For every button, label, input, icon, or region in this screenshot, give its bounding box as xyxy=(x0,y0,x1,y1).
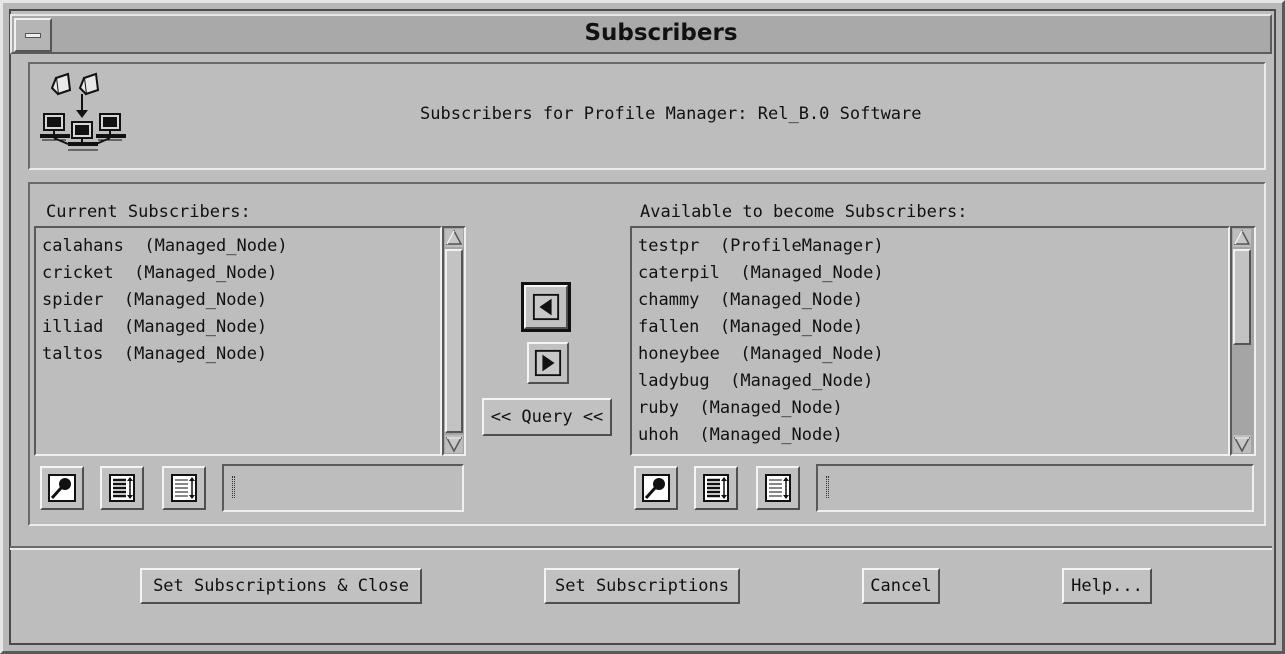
scroll-up-icon[interactable] xyxy=(1233,229,1251,247)
list-item[interactable]: caterpil (Managed_Node) xyxy=(638,263,884,283)
move-to-available-button[interactable] xyxy=(527,342,569,384)
arrow-right-icon xyxy=(534,349,562,377)
list-item[interactable]: ruby (Managed_Node) xyxy=(638,398,843,418)
list-item[interactable]: spider (Managed_Node) xyxy=(42,290,267,310)
list-item[interactable]: fallen (Managed_Node) xyxy=(638,317,863,337)
list-item[interactable]: calahans (Managed_Node) xyxy=(42,236,288,256)
list-item[interactable]: cricket (Managed_Node) xyxy=(42,263,277,283)
scroll-thumb[interactable] xyxy=(445,249,463,433)
available-subscribers-scrollbar[interactable] xyxy=(1230,226,1256,456)
cancel-button[interactable]: Cancel xyxy=(862,568,940,604)
set-subscriptions-close-button[interactable]: Set Subscriptions & Close xyxy=(140,568,422,604)
scroll-down-icon[interactable] xyxy=(445,435,463,453)
move-left-button-frame xyxy=(521,282,571,332)
deselect-all-icon xyxy=(765,474,791,502)
list-item[interactable]: testpr (ProfileManager) xyxy=(638,236,884,256)
list-item[interactable]: honeybee (Managed_Node) xyxy=(638,344,884,364)
move-to-current-button[interactable] xyxy=(524,285,568,329)
header-description: Subscribers for Profile Manager: Rel_B.0… xyxy=(420,104,922,124)
select-all-current-button[interactable] xyxy=(100,466,144,510)
deselect-all-current-button[interactable] xyxy=(162,466,206,510)
find-icon xyxy=(642,474,670,502)
list-item[interactable]: illiad (Managed_Node) xyxy=(42,317,267,337)
scroll-thumb[interactable] xyxy=(1233,249,1251,345)
select-all-available-button[interactable] xyxy=(694,466,738,510)
current-subscribers-scrollbar[interactable] xyxy=(442,226,466,456)
find-available-button[interactable] xyxy=(634,466,678,510)
current-subscribers-list[interactable]: calahans (Managed_Node) cricket (Managed… xyxy=(34,226,442,456)
window-title: Subscribers xyxy=(584,20,738,46)
deselect-all-available-button[interactable] xyxy=(756,466,800,510)
available-subscribers-label: Available to become Subscribers: xyxy=(640,202,968,222)
deselect-all-icon xyxy=(171,474,197,502)
available-filter-cursor-wrap xyxy=(816,464,1254,512)
help-button[interactable]: Help... xyxy=(1062,568,1152,604)
text-cursor xyxy=(826,476,829,498)
list-item[interactable]: taltos (Managed_Node) xyxy=(42,344,267,364)
current-filter-cursor-wrap xyxy=(222,464,464,512)
text-cursor xyxy=(232,476,235,498)
available-subscribers-list[interactable]: testpr (ProfileManager) caterpil (Manage… xyxy=(630,226,1230,456)
bottom-separator xyxy=(10,546,1272,550)
select-all-icon xyxy=(109,474,135,502)
find-icon xyxy=(48,474,76,502)
list-item[interactable]: chammy (Managed_Node) xyxy=(638,290,863,310)
select-all-icon xyxy=(703,474,729,502)
current-subscribers-label: Current Subscribers: xyxy=(46,202,251,222)
list-item[interactable]: uhoh (Managed_Node) xyxy=(638,425,843,445)
set-subscriptions-button[interactable]: Set Subscriptions xyxy=(544,568,740,604)
arrow-left-icon xyxy=(532,293,560,321)
query-button[interactable]: << Query << xyxy=(482,398,612,436)
find-current-button[interactable] xyxy=(40,466,84,510)
scroll-down-icon[interactable] xyxy=(1233,435,1251,453)
subscribers-network-icon xyxy=(40,72,126,151)
scroll-up-icon[interactable] xyxy=(445,229,463,247)
list-item[interactable]: ladybug (Managed_Node) xyxy=(638,371,873,391)
